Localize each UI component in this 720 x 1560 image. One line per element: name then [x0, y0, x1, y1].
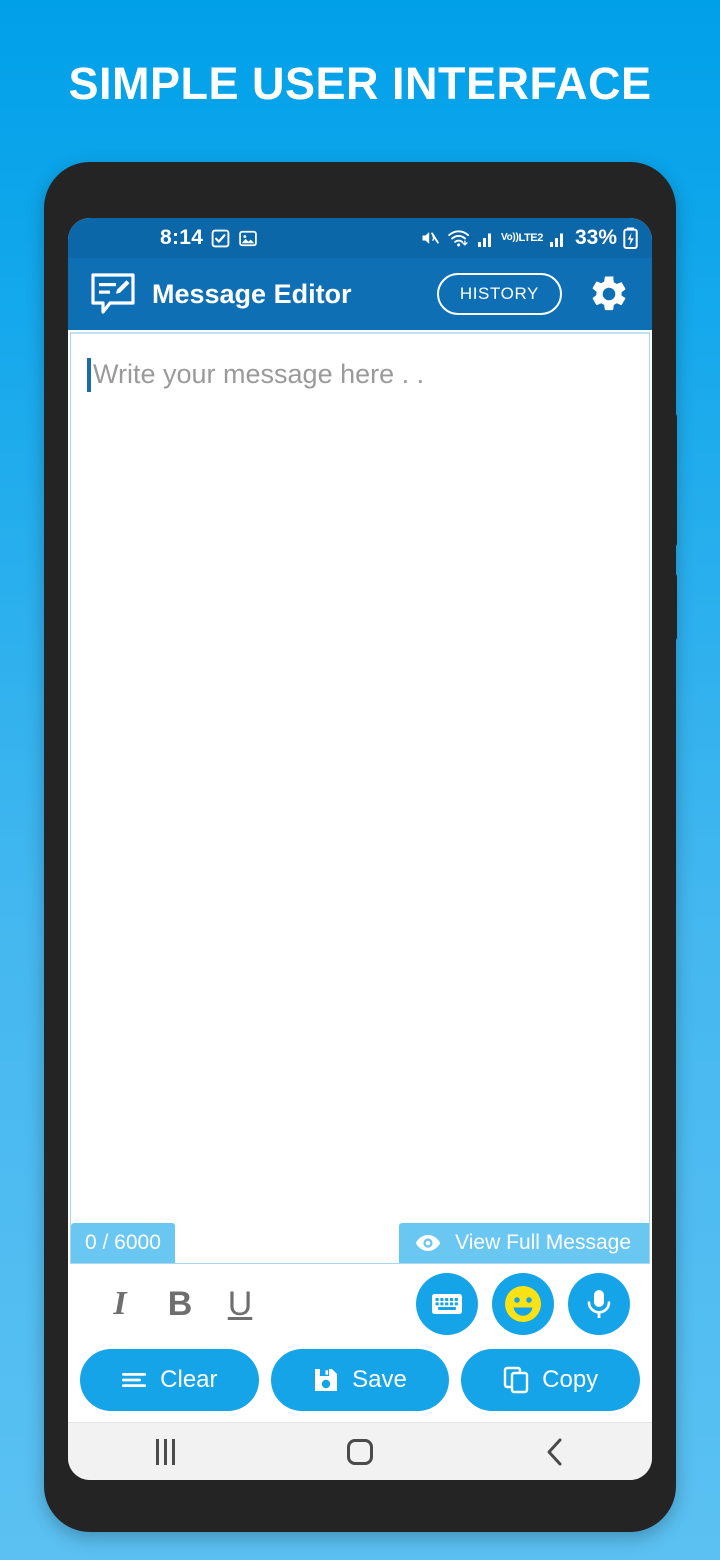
- battery-percent: 33%: [574, 226, 617, 249]
- text-caret: [87, 358, 91, 392]
- status-time: 8:14: [160, 226, 204, 249]
- italic-button[interactable]: I: [90, 1276, 150, 1332]
- action-buttons: Clear Save Copy: [68, 1344, 652, 1422]
- checkbox-icon: [211, 229, 230, 248]
- volte-icon: Vo)) LTE2: [500, 231, 543, 244]
- recents-icon[interactable]: [130, 1430, 200, 1474]
- save-button-label: Save: [352, 1366, 407, 1393]
- page-title: SIMPLE USER INTERFACE: [68, 58, 652, 109]
- home-icon[interactable]: [325, 1430, 395, 1474]
- message-input[interactable]: Write your message here . .: [70, 332, 650, 1264]
- microphone-icon[interactable]: [568, 1273, 630, 1335]
- message-placeholder: Write your message here . .: [93, 359, 425, 389]
- history-button[interactable]: HISTORY: [436, 273, 562, 315]
- app-bar: Message Editor HISTORY: [68, 258, 652, 330]
- floppy-disk-icon: [313, 1367, 339, 1393]
- clear-lines-icon: [121, 1370, 147, 1390]
- phone-screen: 8:14 Vo)) LTE2 33% Message Editor HISTOR…: [68, 218, 652, 1480]
- volume-button[interactable]: [668, 412, 677, 548]
- view-full-message-label: View Full Message: [455, 1231, 631, 1254]
- message-edit-logo: [90, 272, 136, 316]
- copy-button[interactable]: Copy: [461, 1349, 641, 1411]
- gear-icon[interactable]: [588, 273, 630, 315]
- volte-upper: Vo)): [500, 232, 519, 243]
- save-button[interactable]: Save: [270, 1349, 450, 1411]
- signal-icon: [477, 229, 495, 248]
- keyboard-icon[interactable]: [416, 1273, 478, 1335]
- volte-lower: LTE2: [518, 231, 543, 244]
- emoji-icon[interactable]: [492, 1273, 554, 1335]
- power-button[interactable]: [668, 572, 677, 642]
- view-full-message-button[interactable]: View Full Message: [399, 1223, 649, 1263]
- copy-icon: [503, 1366, 529, 1394]
- status-bar: 8:14 Vo)) LTE2 33%: [68, 218, 652, 258]
- battery-charging-icon: [623, 227, 638, 249]
- signal2-icon: [549, 229, 567, 248]
- underline-button[interactable]: U: [210, 1276, 270, 1332]
- clear-button-label: Clear: [160, 1366, 218, 1393]
- eye-icon: [415, 1234, 441, 1252]
- clear-button[interactable]: Clear: [80, 1349, 259, 1411]
- app-title: Message Editor: [152, 278, 352, 309]
- editor-area: Write your message here . . 0 / 6000 Vie…: [68, 330, 652, 1264]
- copy-button-label: Copy: [542, 1366, 599, 1393]
- navigation-bar: [68, 1422, 652, 1480]
- format-toolbar: I B U: [68, 1264, 652, 1344]
- wifi-icon: [447, 228, 471, 248]
- character-counter: 0 / 6000: [71, 1223, 175, 1263]
- mute-icon: [419, 228, 441, 248]
- photo-icon: [238, 229, 258, 248]
- bold-button[interactable]: B: [150, 1276, 210, 1332]
- back-icon[interactable]: [520, 1430, 590, 1474]
